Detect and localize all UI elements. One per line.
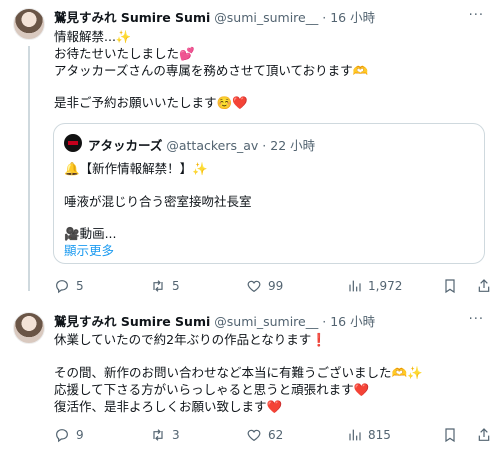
- share-icon: [478, 428, 490, 441]
- bookmark-button[interactable]: [442, 426, 458, 444]
- like-button[interactable]: 62: [246, 426, 283, 444]
- views-count: 815: [368, 428, 391, 442]
- separator-dot: ·: [322, 314, 327, 329]
- share-button[interactable]: [476, 426, 492, 444]
- display-name[interactable]: 鷲見すみれ Sumire Sumi: [54, 314, 210, 329]
- more-options-icon[interactable]: ···: [469, 312, 484, 327]
- avatar[interactable]: [13, 312, 45, 344]
- heart-icon: [247, 429, 261, 442]
- tweet-header: 鷲見すみれ Sumire Sumi @sumi_sumire__ · 16 小時: [54, 314, 375, 330]
- tweet-text-line: 休業していたので約2年ぶりの作品となります❗: [54, 332, 327, 347]
- timestamp[interactable]: 16 小時: [330, 314, 375, 329]
- reply-button[interactable]: 9: [54, 426, 84, 444]
- reply-count: 9: [76, 428, 84, 442]
- views-chart-icon: [349, 429, 361, 441]
- tweet-text-line: 復活作、是非よろしくお願い致します❤️: [54, 399, 283, 414]
- views-button[interactable]: 815: [346, 426, 391, 444]
- handle[interactable]: @sumi_sumire__: [214, 314, 318, 329]
- retweet-icon: [153, 429, 163, 441]
- bookmark-icon: [445, 428, 455, 443]
- like-count: 62: [268, 428, 284, 442]
- tweet-text-line: その間、新作のお問い合わせなど本当に有難うございました🫶✨: [54, 365, 423, 380]
- tweet-2[interactable]: 鷲見すみれ Sumire Sumi @sumi_sumire__ · 16 小時…: [0, 0, 500, 454]
- retweet-count: 3: [172, 428, 180, 442]
- action-bar: 9 3 62 815: [54, 426, 490, 444]
- tweet-text-line: 応援して下さる方がいらっしゃると思うと頑張れます❤️: [54, 382, 370, 397]
- reply-icon: [56, 429, 68, 443]
- retweet-button[interactable]: 3: [150, 426, 180, 444]
